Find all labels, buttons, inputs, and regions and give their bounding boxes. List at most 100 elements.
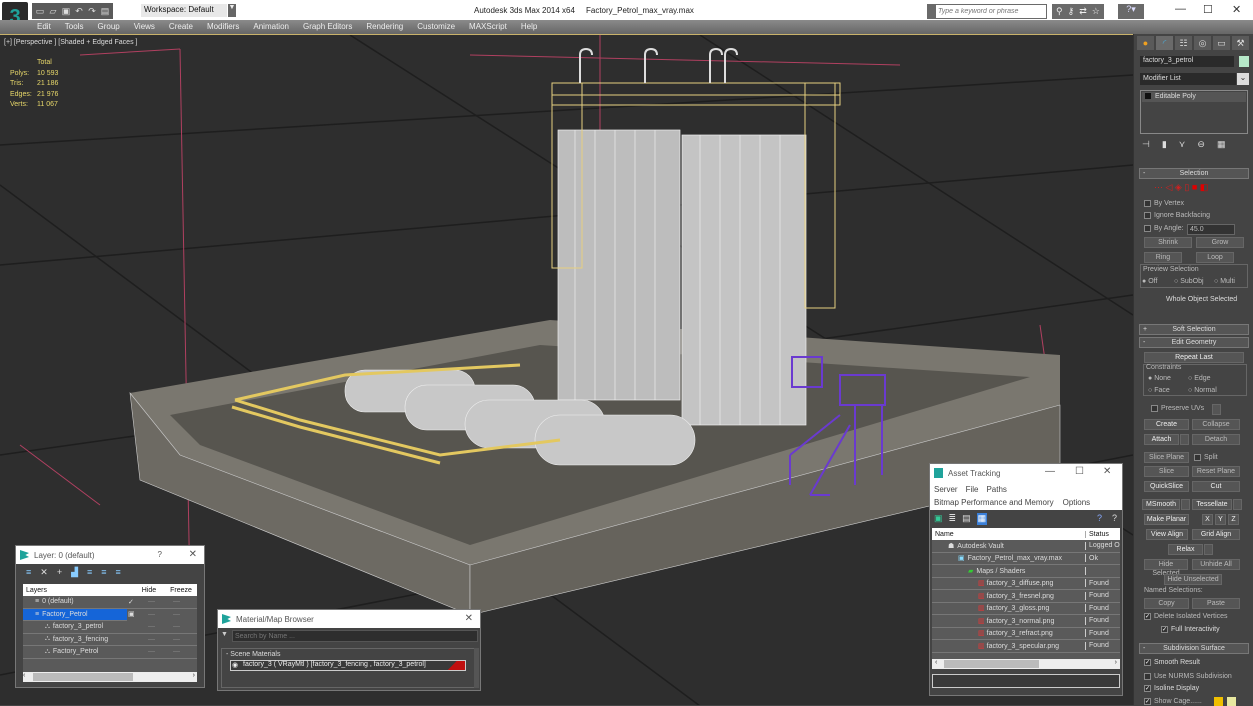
expand-icon[interactable] [1145,93,1151,100]
preserve-uvs-settings-icon[interactable] [1212,404,1221,415]
asset-path-field[interactable] [932,673,1120,688]
menu-animation[interactable]: Animation [246,20,296,34]
binoculars-icon[interactable]: ⚲ [1056,6,1063,17]
motion-tab-icon[interactable]: ◎ [1194,36,1211,50]
modify-tab-icon[interactable]: ◜ [1156,36,1173,50]
asset-row-map[interactable]: ▥ factory_3_refract.png Found [932,628,1120,640]
asset-row-max-file[interactable]: ▣ Factory_Petrol_max_vray.max Ok [932,553,1120,565]
planar-z-button[interactable]: Z [1228,514,1239,525]
collapse-button[interactable]: Collapse [1192,419,1240,430]
layer-object-row[interactable]: ⛬ factory_3_petrol — — [23,621,197,634]
reset-plane-button[interactable]: Reset Plane [1192,466,1240,477]
table-view-icon[interactable]: ▦ [976,513,988,525]
asset-table-scrollbar[interactable]: ‹ › [932,658,1120,669]
maximize-icon[interactable]: ☐ [1075,466,1084,477]
list-view-icon[interactable]: ≣ [949,513,957,525]
asset-row-map[interactable]: ▥ factory_3_diffuse.png Found [932,578,1120,590]
asset-row-vault[interactable]: ☗ Autodesk Vault Logged O [932,540,1120,553]
add-to-layer-icon[interactable]: + [57,567,62,577]
menu-bitmap-performance[interactable]: Bitmap Performance and Memory [934,498,1054,507]
layer-object-row[interactable]: ⛬ factory_3_fencing — — [23,634,197,646]
slice-plane-button[interactable]: Slice Plane [1144,452,1189,463]
delete-layer-icon[interactable]: ✕ [40,567,48,577]
smooth-result-checkbox[interactable]: ✓ Smooth Result [1144,659,1200,666]
repeat-last-button[interactable]: Repeat Last [1144,352,1244,363]
chevron-down-icon[interactable]: ⌄ [1237,73,1249,85]
edit-geometry-rollout-header[interactable]: - Edit Geometry [1139,337,1249,348]
attach-button[interactable]: Attach [1144,434,1179,445]
viewport-label[interactable]: [+] [Perspective ] [Shaded + Edged Faces… [4,39,137,46]
close-icon[interactable]: ✕ [189,549,197,560]
scene-materials-section[interactable]: - Scene Materials [222,649,474,660]
planar-y-button[interactable]: Y [1215,514,1226,525]
relax-button[interactable]: Relax [1168,544,1203,555]
split-checkbox[interactable]: Split [1194,454,1218,461]
grow-button[interactable]: Grow [1196,237,1244,248]
msmooth-button[interactable]: MSmooth [1142,499,1180,510]
modifier-list-dropdown[interactable]: Modifier List [1140,73,1236,85]
delete-isolated-vertices-checkbox[interactable]: ✓ Delete Isolated Vertices [1144,613,1228,620]
quickslice-button[interactable]: QuickSlice [1144,481,1189,492]
object-color-swatch[interactable] [1239,56,1249,67]
paste-button[interactable]: Paste [1192,598,1240,609]
attach-settings-icon[interactable] [1180,434,1189,445]
open-file-icon[interactable]: ▱ [48,6,58,16]
set-current-layer-icon[interactable]: ▣ [128,610,135,618]
menu-graph-editors[interactable]: Graph Editors [296,20,359,34]
layer-dialog-titlebar[interactable]: Layer: 0 (default)? ✕ [16,546,204,564]
copy-button[interactable]: Copy [1144,598,1189,609]
configure-modifier-sets-icon[interactable]: ▦ [1217,139,1226,150]
layer-list-scrollbar[interactable]: ‹ › [23,672,197,682]
asset-row-map[interactable]: ▥ factory_3_gloss.png Found [932,603,1120,615]
msmooth-settings-icon[interactable] [1181,499,1190,510]
minimize-icon[interactable]: — [1045,466,1055,477]
constraint-edge-radio[interactable]: ○ Edge [1188,375,1211,382]
subdivision-surface-rollout-header[interactable]: - Subdivision Surface [1139,643,1249,654]
view-align-button[interactable]: View Align [1146,529,1188,540]
create-tab-sun-icon[interactable]: ● [1137,36,1154,50]
subobject-level-icons[interactable]: ⋯ ◁ ◈ ▯ ■ ◧ [1154,182,1208,193]
select-layer-icon[interactable]: ≡ [87,567,92,577]
tessellate-button[interactable]: Tessellate [1192,499,1232,510]
display-tab-monitor-icon[interactable]: ▭ [1213,36,1230,50]
key-icon[interactable]: ⚷ [1068,6,1075,17]
cut-button[interactable]: Cut [1192,481,1240,492]
tessellate-settings-icon[interactable] [1233,499,1242,510]
menu-server[interactable]: Server [934,485,958,494]
menu-tools[interactable]: Tools [58,20,91,34]
new-layer-icon[interactable]: ≡ [26,567,31,577]
layer-row-default[interactable]: ≡ 0 (default) ✓ — — [23,596,197,609]
constraint-none-radio[interactable]: ● None [1148,375,1171,382]
full-interactivity-checkbox[interactable]: ✓ Full Interactivity [1161,626,1220,633]
freeze-all-layers-icon[interactable]: ≡ [116,567,121,577]
loop-button[interactable]: Loop [1196,252,1234,263]
maximize-icon[interactable]: ☐ [1203,3,1213,16]
asset-row-map[interactable]: ▥ factory_3_specular.png Found [932,640,1120,653]
shrink-button[interactable]: Shrink [1144,237,1192,248]
relax-settings-icon[interactable] [1204,544,1213,555]
soft-selection-rollout-header[interactable]: + Soft Selection [1139,324,1249,335]
menu-paths[interactable]: Paths [986,485,1006,494]
hide-all-layers-icon[interactable]: ≡ [101,567,106,577]
preview-off-radio[interactable]: ● Off [1142,278,1157,285]
help-button[interactable]: ? [158,550,162,559]
workspace-dropdown[interactable]: Workspace: Default [141,4,227,17]
menu-edit[interactable]: Edit [30,20,58,34]
thumbnail-view-icon[interactable]: ▤ [962,513,971,525]
redo-icon[interactable]: ↷ [87,6,97,16]
layer-row-factory-petrol[interactable]: ≡ Factory_Petrol ▣ — — [23,608,180,621]
use-nurms-checkbox[interactable]: Use NURMS Subdivision [1144,673,1232,680]
asset-row-map[interactable]: ▥ factory_3_normal.png Found [932,615,1120,628]
show-cage-checkbox[interactable]: ✓ Show Cage...... [1144,698,1202,705]
search-input[interactable] [936,5,1046,18]
minimize-icon[interactable]: — [1175,3,1186,15]
selection-rollout-header[interactable]: - Selection [1139,168,1249,179]
menu-options[interactable]: Options [1063,498,1091,507]
menu-views[interactable]: Views [127,20,162,34]
preview-multi-radio[interactable]: ○ Multi [1214,278,1235,285]
customize-toolbar-chevron-icon[interactable]: ▼ [228,4,236,17]
hierarchy-tab-icon[interactable]: ☷ [1175,36,1192,50]
grid-align-button[interactable]: Grid Align [1192,529,1240,540]
select-in-layer-icon[interactable]: ▟ [71,567,78,577]
constraint-normal-radio[interactable]: ○ Normal [1188,387,1217,394]
